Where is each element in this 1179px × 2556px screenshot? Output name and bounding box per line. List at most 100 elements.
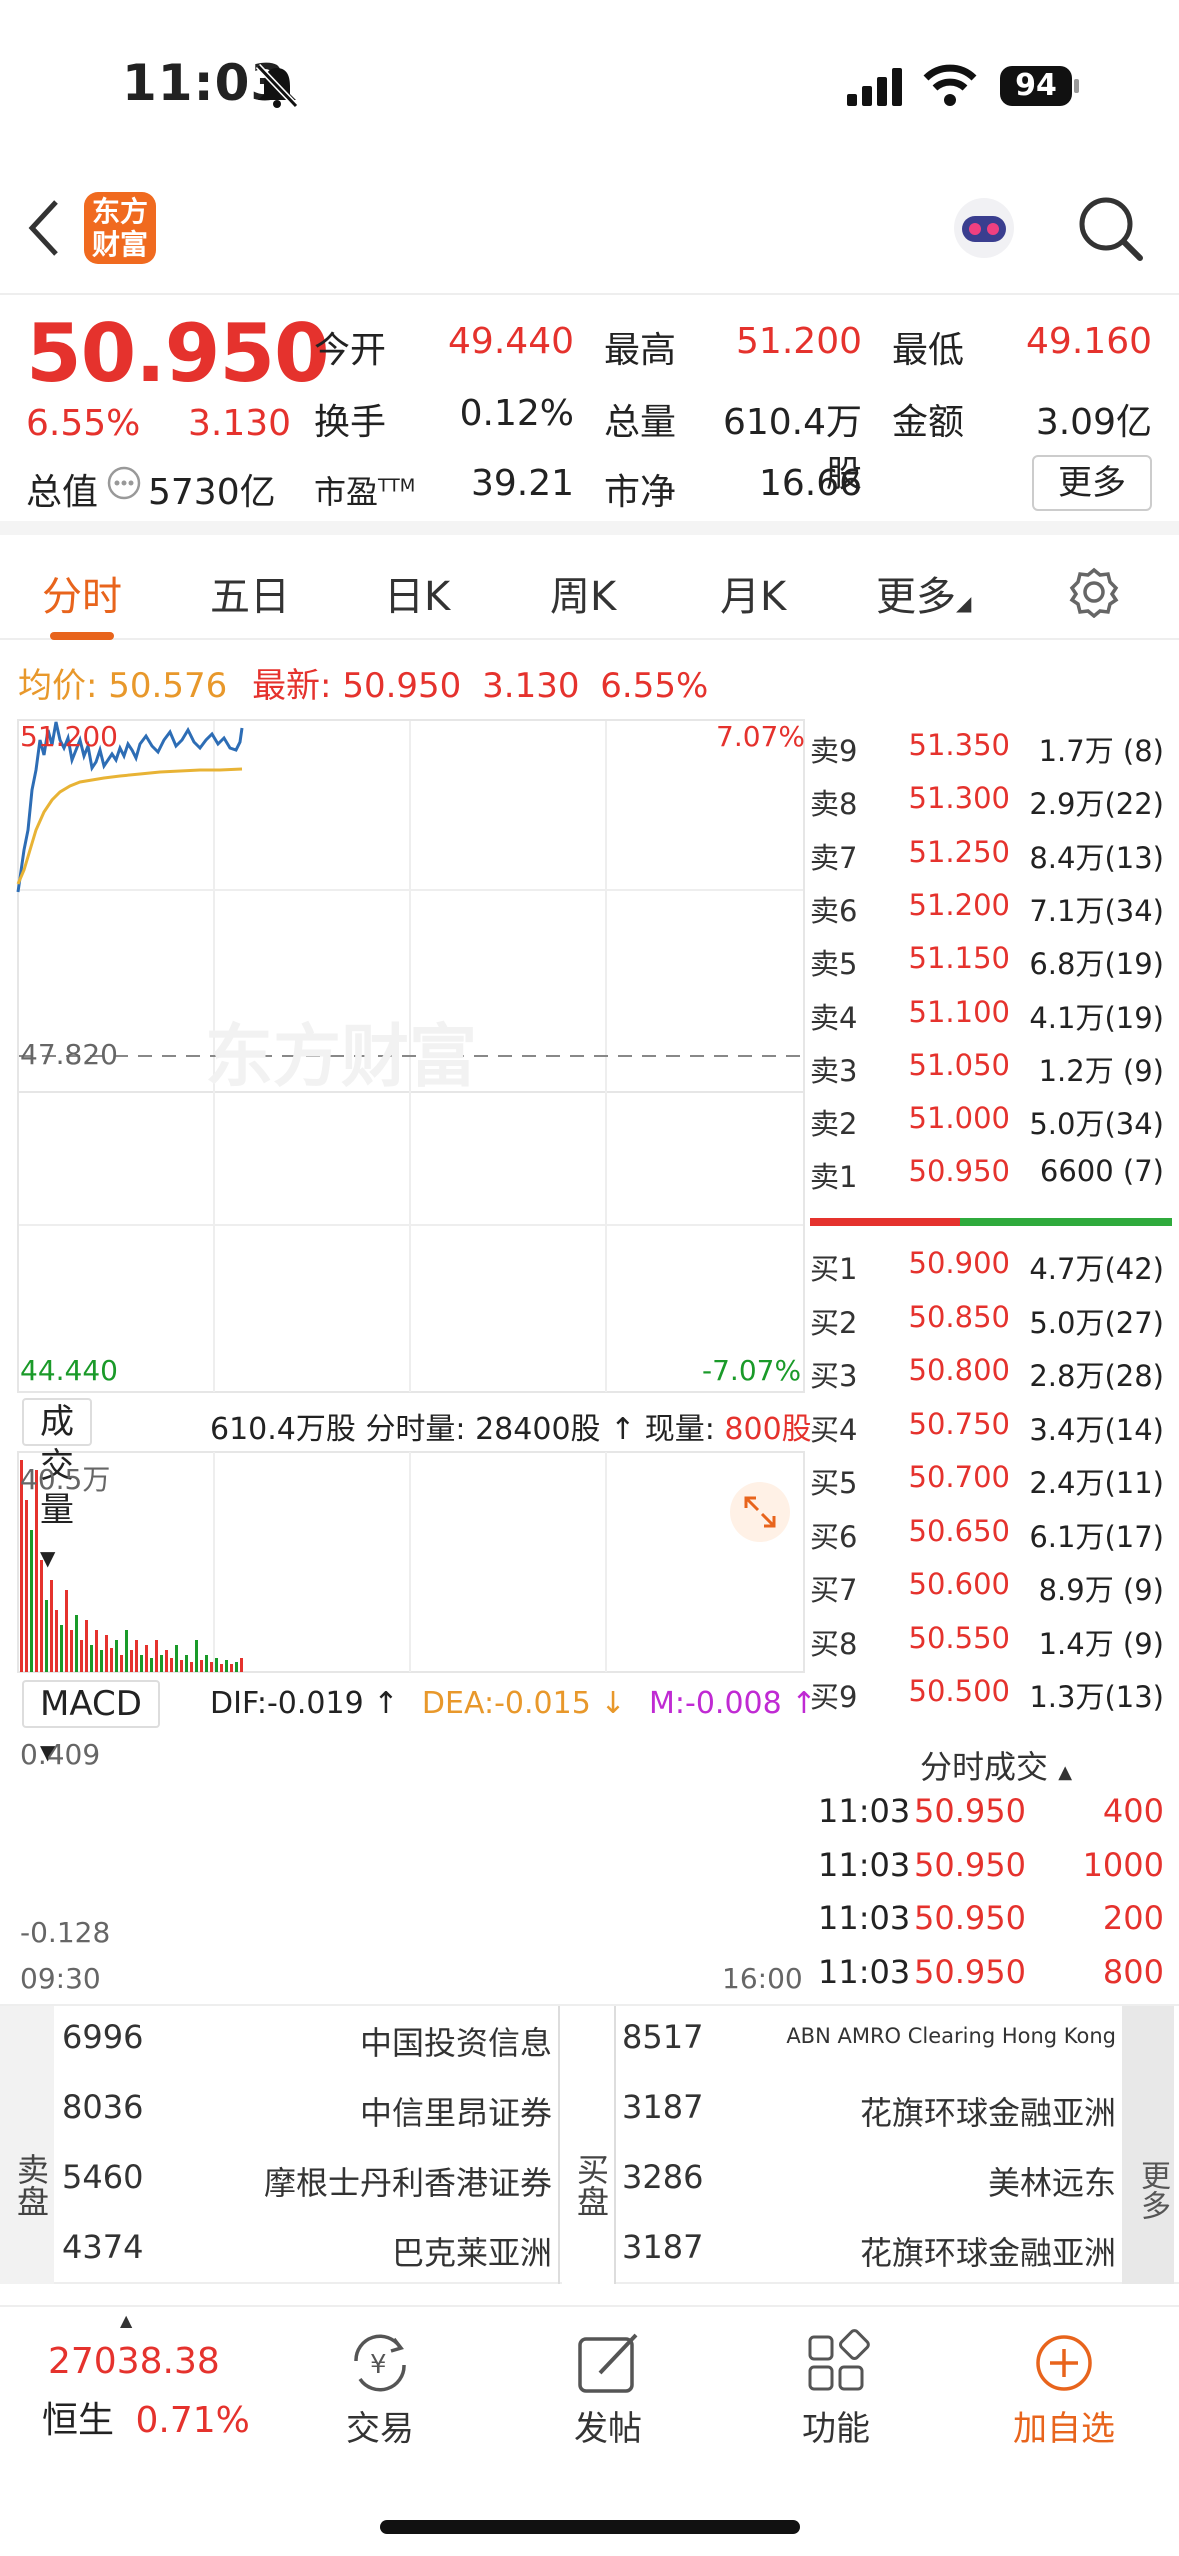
level-volume: 6.8万(19): [1029, 947, 1164, 982]
sell-broker-row[interactable]: 5460 摩根士丹利香港证券: [54, 2146, 556, 2216]
price-axis-low: 44.440: [20, 1354, 118, 1387]
level-volume: 6.1万(17): [1029, 1519, 1164, 1554]
edit-post-icon: [578, 2333, 638, 2393]
status-bar: 11:03 94: [0, 0, 1179, 160]
macd-axis-max: 0.409: [20, 1738, 101, 1771]
open-value: 49.440: [448, 321, 574, 362]
volume-axis-max: 40.5万: [20, 1463, 111, 1496]
bell-muted-icon: [255, 63, 299, 108]
broker-more-button[interactable]: 更多: [1122, 2006, 1174, 2284]
buy-broker-row[interactable]: 3187 花旗环球金融亚洲: [614, 2216, 1120, 2286]
tab-monthly-k[interactable]: 月K: [720, 564, 786, 622]
level-label: 卖3: [810, 1053, 858, 1088]
ask-row[interactable]: 卖9 51.350 1.7万 (8): [810, 718, 1172, 772]
add-watchlist-button[interactable]: 加自选: [974, 2327, 1154, 2450]
macd-selector[interactable]: MACD ▼: [22, 1680, 160, 1764]
level-price: 51.300: [908, 781, 1010, 816]
trade-time: 11:03: [818, 1845, 911, 1884]
level-price: 50.650: [908, 1513, 1010, 1548]
level-label: 买3: [810, 1359, 858, 1393]
expand-icon-bg[interactable]: [730, 1482, 790, 1542]
level-price: 50.750: [908, 1406, 1010, 1441]
trade-row: 11:03 50.950 800: [818, 1945, 1172, 1999]
sell-broker-row[interactable]: 4374 巴克莱亚洲: [54, 2216, 556, 2286]
buy-broker-row[interactable]: 3187 花旗环球金融亚洲: [614, 2076, 1120, 2146]
level-volume: 2.8万(28): [1029, 1359, 1164, 1393]
index-value[interactable]: 27038.38: [48, 2341, 220, 2382]
ask-row[interactable]: 卖6 51.200 7.1万(34): [810, 878, 1172, 932]
buy-broker-row[interactable]: 3286 美林远东: [614, 2146, 1120, 2216]
tab-more[interactable]: 更多◢: [876, 564, 971, 622]
settings-gear-icon[interactable]: [1068, 566, 1120, 618]
volume-selector[interactable]: 成交量 ▼: [22, 1398, 92, 1570]
buy-broker-row[interactable]: 8517 ABN AMRO Clearing Hong Kong: [614, 2006, 1120, 2076]
more-button[interactable]: 更多: [1032, 455, 1152, 511]
robot-assistant-icon[interactable]: [948, 192, 1020, 264]
pe-label: 市盈TTM: [314, 473, 416, 511]
back-icon[interactable]: [24, 196, 64, 260]
trade-price: 50.950: [914, 1899, 1026, 1937]
sell-side-label: 卖盘: [0, 2006, 54, 2284]
turnover-value: 0.12%: [459, 393, 574, 434]
bid-row[interactable]: 买7 50.600 8.9万 (9): [810, 1557, 1172, 1611]
bid-row[interactable]: 买1 50.900 4.7万(42): [810, 1236, 1172, 1290]
bid-row[interactable]: 买6 50.650 6.1万(17): [810, 1504, 1172, 1558]
bid-row[interactable]: 买5 50.700 2.4万(11): [810, 1450, 1172, 1504]
bid-row[interactable]: 买8 50.550 1.4万 (9): [810, 1611, 1172, 1665]
trade-button[interactable]: ¥ 交易: [290, 2327, 470, 2450]
level-volume: 7.1万(34): [1029, 893, 1164, 928]
trade-time: 11:03: [818, 1792, 911, 1830]
change-pct: 6.55%: [26, 403, 141, 444]
ask-row[interactable]: 卖3 51.050 1.2万 (9): [810, 1038, 1172, 1092]
functions-button[interactable]: 功能: [746, 2327, 926, 2450]
trades-title[interactable]: 分时成交 ▲: [920, 1742, 1072, 1788]
level-label: 买5: [810, 1466, 858, 1500]
tab-weekly-k[interactable]: 周K: [550, 564, 616, 622]
dropdown-triangle-icon: ◢: [956, 591, 972, 615]
search-icon[interactable]: [1076, 194, 1146, 264]
tab-intraday[interactable]: 分时: [42, 564, 122, 622]
ask-row[interactable]: 卖1 50.950 6600 (7): [810, 1144, 1172, 1198]
battery-tip: [1074, 79, 1079, 93]
level-price: 51.200: [908, 887, 1010, 922]
mktcap-value: 5730亿: [148, 472, 276, 513]
trade-volume: 1000: [1082, 1845, 1164, 1884]
broker-name: 摩根士丹利香港证券: [263, 2164, 552, 2202]
index-name-pct[interactable]: 恒生 0.71%: [42, 2391, 250, 2443]
pe-value: 39.21: [470, 463, 574, 504]
trade-row: 11:03 50.950 1000: [818, 1838, 1172, 1892]
sell-broker-row[interactable]: 6996 中国投资信息: [54, 2006, 556, 2076]
home-indicator[interactable]: [380, 2520, 800, 2534]
broker-queue: 卖盘 买盘 更多 6996 中国投资信息 8036 中信里昂证券 5460 摩根士丹利香港…: [0, 2004, 1179, 2284]
ask-row[interactable]: 卖2 51.000 5.0万(34): [810, 1091, 1172, 1145]
battery-indicator: 94: [1000, 66, 1072, 106]
bid-row[interactable]: 买3 50.800 2.8万(28): [810, 1343, 1172, 1397]
ask-row[interactable]: 卖8 51.300 2.9万(22): [810, 771, 1172, 825]
post-button[interactable]: 发帖: [518, 2327, 698, 2450]
tab-five-day[interactable]: 五日: [210, 564, 290, 622]
order-book-divider: [810, 1218, 1172, 1226]
level-price: 50.500: [908, 1674, 1010, 1708]
ask-row[interactable]: 卖7 51.250 8.4万(13): [810, 825, 1172, 879]
pb-label: 市净: [604, 472, 677, 513]
volume-stats: 610.4万股 分时量: 28400股 ↑ 现量: 800股: [210, 1412, 812, 1447]
broker-code: 3187: [622, 2228, 704, 2266]
tab-daily-k[interactable]: 日K: [384, 564, 450, 622]
info-dots-icon[interactable]: [106, 465, 142, 501]
bid-row[interactable]: 买2 50.850 5.0万(27): [810, 1290, 1172, 1344]
trade-row: 11:03 50.950 400: [818, 1784, 1172, 1838]
ask-row[interactable]: 卖4 51.100 4.1万(19): [810, 985, 1172, 1039]
level-volume: 5.0万(27): [1029, 1305, 1164, 1340]
bid-row[interactable]: 买9 50.500 1.3万(13): [810, 1664, 1172, 1718]
level-label: 买9: [810, 1680, 858, 1714]
active-tab-indicator: [50, 632, 114, 640]
bid-row[interactable]: 买4 50.750 3.4万(14): [810, 1397, 1172, 1451]
level-price: 50.850: [908, 1299, 1010, 1334]
sell-broker-row[interactable]: 8036 中信里昂证券: [54, 2076, 556, 2146]
level-price: 50.900: [908, 1246, 1010, 1280]
broker-name: 花旗环球金融亚洲: [859, 2234, 1116, 2272]
ask-row[interactable]: 卖5 51.150 6.8万(19): [810, 931, 1172, 985]
broker-code: 8036: [62, 2088, 144, 2126]
nav-header: 东方财富: [0, 170, 1179, 295]
broker-name: 花旗环球金融亚洲: [859, 2094, 1116, 2132]
